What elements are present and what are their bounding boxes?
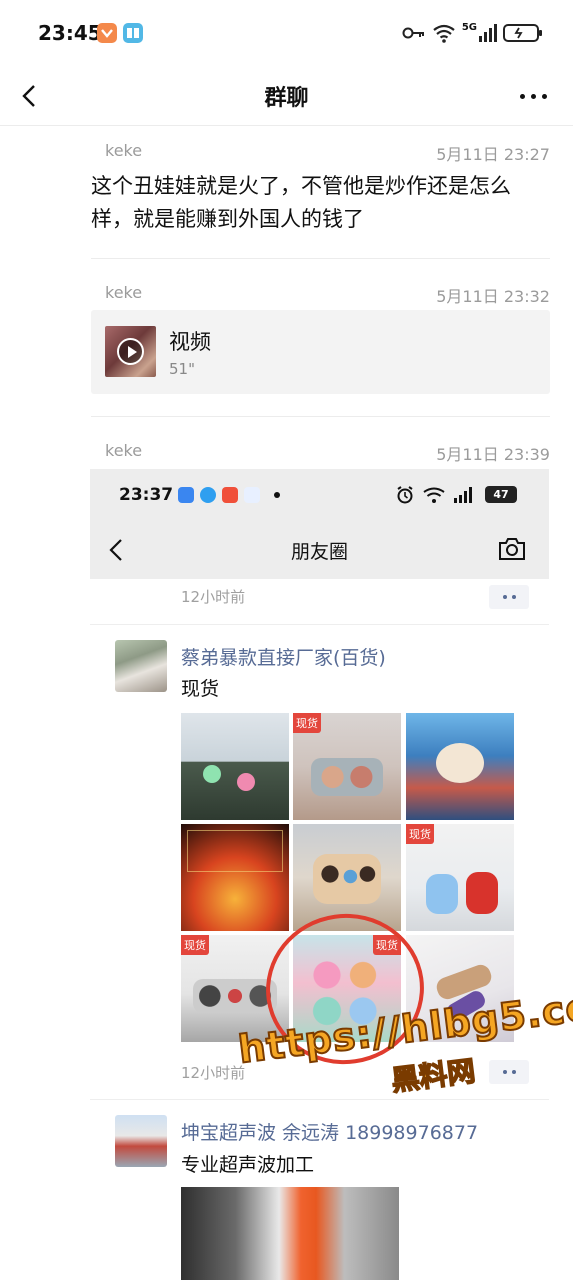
alarm-icon bbox=[397, 486, 413, 504]
avatar bbox=[115, 640, 167, 692]
embedded-status-time: 23:37 bbox=[119, 485, 174, 505]
message-text[interactable]: 这个丑娃娃就是火了，不管他是炒作还是怎么样，就是能赚到外国人的钱了 bbox=[91, 170, 541, 236]
image-message-screenshot[interactable]: 23:37 47 朋友圈 12小时前 蔡弟暴款直接厂家(百货) 现货 现货 现货… bbox=[90, 469, 549, 1280]
sender-name[interactable]: keke bbox=[105, 441, 142, 460]
battery-level: 47 bbox=[493, 488, 509, 501]
video-duration: 51" bbox=[169, 360, 195, 378]
post-author: 坤宝超声波 余远涛 18998976877 bbox=[181, 1122, 479, 1144]
post-text: 现货 bbox=[181, 678, 220, 700]
post-text: 专业超声波加工 bbox=[181, 1154, 315, 1176]
video-title: 视频 bbox=[169, 330, 211, 354]
battery-icon: 47 bbox=[485, 486, 517, 503]
search-app-icon bbox=[244, 487, 260, 503]
post-time-ago: 12小时前 bbox=[181, 588, 246, 606]
embedded-status-bar: 23:37 47 bbox=[90, 469, 549, 521]
post-more-button bbox=[489, 585, 529, 609]
more-dots-icon bbox=[519, 93, 525, 99]
in-stock-tag: 现货 bbox=[181, 935, 209, 955]
post-author: 蔡弟暴款直接厂家(百货) bbox=[181, 647, 386, 669]
embedded-page-title: 朋友圈 bbox=[290, 541, 348, 563]
message-divider bbox=[91, 258, 550, 259]
message-time: 5月11日 23:27 bbox=[436, 145, 550, 164]
battery-icon bbox=[503, 24, 542, 42]
app-icon bbox=[200, 487, 216, 503]
signal-icon bbox=[454, 487, 472, 503]
chat-header: 群聊 bbox=[0, 66, 573, 126]
photo-thumbnail bbox=[181, 824, 289, 931]
sender-name[interactable]: keke bbox=[105, 141, 142, 160]
message-time: 5月11日 23:32 bbox=[436, 287, 550, 306]
post-divider bbox=[90, 1099, 549, 1100]
dot-icon bbox=[274, 492, 280, 498]
photo-thumbnail bbox=[181, 1187, 399, 1280]
camera-icon bbox=[499, 538, 525, 560]
key-icon bbox=[402, 27, 424, 39]
post-more-button bbox=[489, 1060, 529, 1084]
status-bar: 23:45 5G bbox=[0, 0, 573, 66]
sender-name[interactable]: keke bbox=[105, 283, 142, 302]
more-button[interactable] bbox=[517, 86, 549, 106]
post-divider bbox=[90, 624, 549, 625]
message-divider bbox=[91, 416, 550, 417]
page-title: 群聊 bbox=[264, 86, 309, 111]
5g-icon: 5G bbox=[461, 21, 477, 33]
message-time: 5月11日 23:39 bbox=[436, 445, 550, 464]
photo-thumbnail bbox=[406, 713, 514, 820]
wifi-icon bbox=[423, 487, 445, 503]
post-time-ago: 12小时前 bbox=[181, 1064, 246, 1082]
in-stock-tag: 现货 bbox=[293, 713, 321, 733]
app-badge-orange-icon bbox=[97, 23, 117, 43]
video-message-card[interactable]: 视频 51" bbox=[91, 310, 550, 394]
play-icon bbox=[117, 338, 144, 365]
photo-thumbnail: 现货 bbox=[293, 713, 401, 820]
status-time: 23:45 bbox=[38, 21, 102, 45]
app-icon bbox=[178, 487, 194, 503]
photo-thumbnail: 现货 bbox=[406, 824, 514, 931]
embedded-nav-bar: 朋友圈 bbox=[90, 521, 549, 579]
photo-thumbnail bbox=[181, 713, 289, 820]
video-app-icon bbox=[222, 487, 238, 503]
video-thumbnail bbox=[105, 326, 156, 377]
avatar bbox=[115, 1115, 167, 1167]
app-badge-blue-icon bbox=[123, 23, 143, 43]
wifi-icon bbox=[433, 24, 455, 43]
in-stock-tag: 现货 bbox=[406, 824, 434, 844]
signal-icon bbox=[479, 24, 497, 42]
